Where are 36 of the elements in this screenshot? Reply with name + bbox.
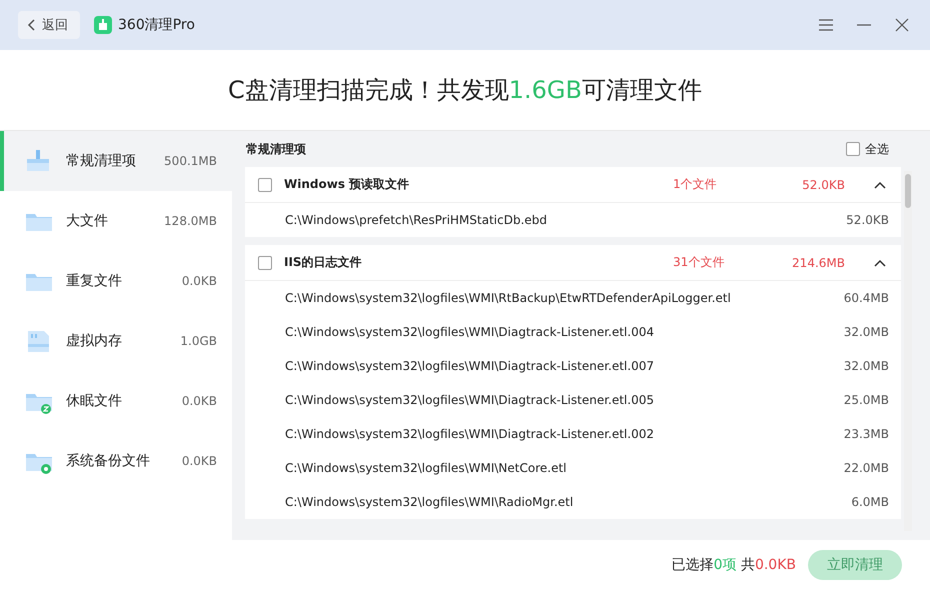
group-size: 52.0KB: [801, 178, 845, 192]
group-checkbox[interactable]: [258, 256, 272, 270]
file-path: C:\Windows\system32\logfiles\WMI\Diagtrack-Listener.etl.007: [285, 359, 655, 373]
group-title: IIS的日志文件: [284, 254, 363, 271]
back-button[interactable]: 返回: [18, 11, 80, 39]
app-title: 360清理Pro: [118, 16, 195, 34]
group-checkbox[interactable]: [258, 178, 272, 192]
file-size: 22.0MB: [844, 461, 889, 475]
file-size: 6.0MB: [851, 495, 889, 509]
group-size: 214.6MB: [791, 256, 845, 270]
group-header[interactable]: IIS的日志文件 31个文件 214.6MB: [245, 245, 901, 281]
file-count: 1个文件: [673, 176, 718, 193]
file-size: 23.3MB: [844, 427, 889, 441]
selection-summary: 已选择0项 共0.0KB: [672, 556, 796, 574]
file-size: 32.0MB: [844, 359, 889, 373]
file-size: 25.0MB: [844, 393, 889, 407]
file-path: C:\Windows\prefetch\ResPriHMStaticDb.ebd: [285, 213, 548, 227]
file-size: 52.0KB: [846, 213, 889, 227]
file-path: C:\Windows\system32\logfiles\WMI\RtBackup\EtwRTDefenderApiLogger.etl: [285, 291, 732, 305]
file-path: C:\Windows\system32\logfiles\WMI\RadioMgr.etl: [285, 495, 574, 509]
group-title: Windows 预读取文件: [284, 176, 410, 193]
file-size: 60.4MB: [844, 291, 889, 305]
group-header[interactable]: Windows 预读取文件 1个文件 52.0KB: [245, 167, 901, 203]
select-all-label[interactable]: 全选: [865, 140, 889, 158]
file-count: 31个文件: [673, 254, 726, 271]
file-size: 32.0MB: [844, 325, 889, 339]
app-logo-icon: [94, 16, 112, 34]
scrollbar[interactable]: [904, 171, 912, 531]
scan-result-headline: C盘清理扫描完成！共发现1.6GB可清理文件: [228, 75, 702, 106]
file-path: C:\Windows\system32\logfiles\WMI\NetCore.etl: [285, 461, 568, 475]
file-path: C:\Windows\system32\logfiles\WMI\Diagtrack-Listener.etl.005: [285, 393, 655, 407]
file-path: C:\Windows\system32\logfiles\WMI\Diagtrack-Listener.etl.002: [285, 427, 655, 441]
sidebar-item[interactable]: 常规清理项 500.1MB: [0, 131, 232, 191]
select-all-checkbox[interactable]: [846, 142, 860, 156]
section-title: 常规清理项: [246, 140, 306, 158]
file-path: C:\Windows\system32\logfiles\WMI\Diagtrack-Listener.etl.004: [285, 325, 655, 339]
